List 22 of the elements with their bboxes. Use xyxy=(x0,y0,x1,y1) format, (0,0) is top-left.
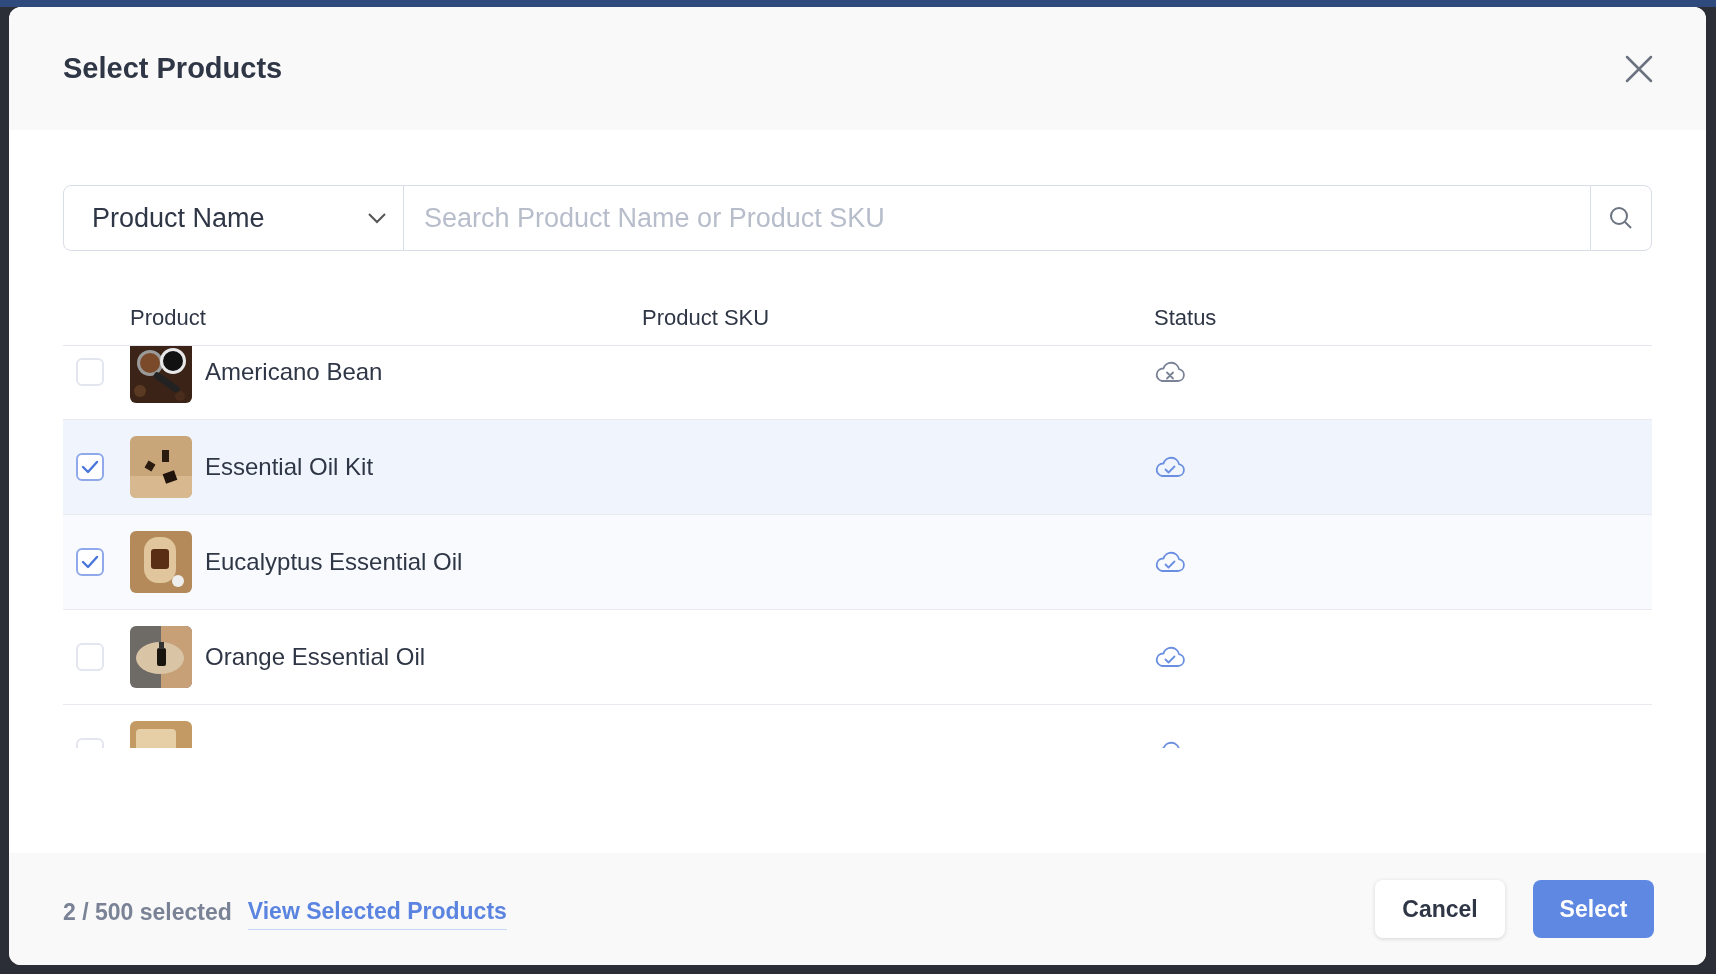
dialog-title: Select Products xyxy=(63,50,283,86)
table-row[interactable]: Americano Bean xyxy=(63,346,1652,420)
search-icon xyxy=(1608,205,1634,231)
search-button[interactable] xyxy=(1590,185,1652,251)
product-name: Essential Oil Kit xyxy=(205,452,374,482)
chevron-down-icon xyxy=(367,212,387,224)
checkbox[interactable] xyxy=(76,453,104,481)
product-name: Orange Essential Oil xyxy=(205,642,426,672)
check-icon xyxy=(81,460,99,474)
column-header: Product SKU xyxy=(642,304,770,332)
table-row[interactable]: Essential Oil Kit xyxy=(63,420,1652,515)
table-row[interactable]: Eucalyptus Essential Oil xyxy=(63,515,1652,610)
search-field[interactable]: Search Product Name or Product SKU xyxy=(404,185,1590,251)
selection-count: 2 / 500 selected xyxy=(63,897,232,927)
checkbox[interactable] xyxy=(76,548,104,576)
cancel-button[interactable]: Cancel xyxy=(1375,880,1505,938)
field-dropdown[interactable]: Product Name xyxy=(63,185,404,251)
product-name: Eucalyptus Essential Oil xyxy=(205,547,463,577)
product-name: Americano Bean xyxy=(205,357,383,387)
check-icon xyxy=(81,555,99,569)
column-header: Product xyxy=(130,304,206,332)
column-header: Status xyxy=(1154,304,1217,332)
